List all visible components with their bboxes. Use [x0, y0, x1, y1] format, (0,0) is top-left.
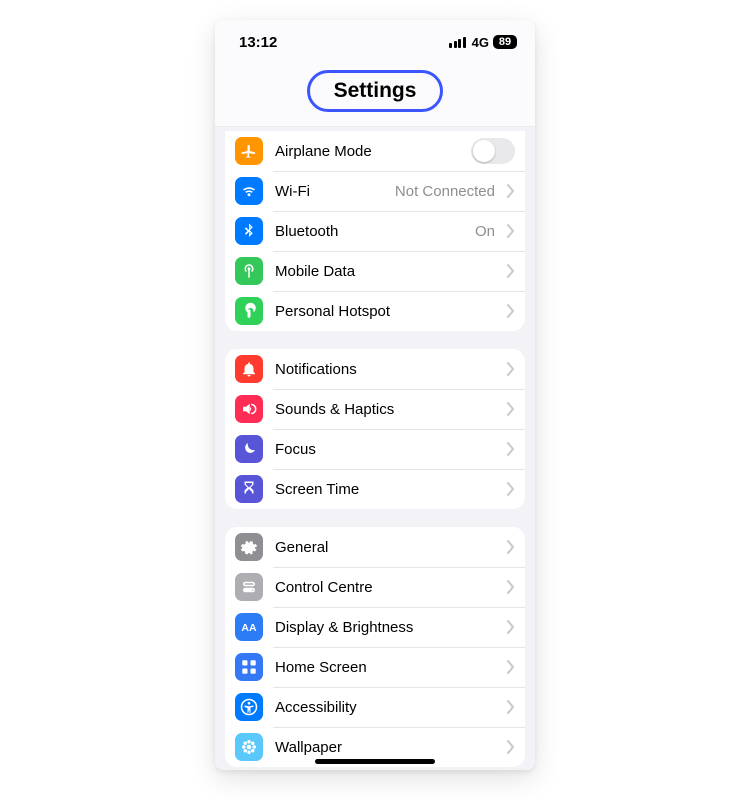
- switches-icon: [235, 573, 263, 601]
- chevron-right-icon: [507, 620, 515, 634]
- chevron-right-icon: [507, 402, 515, 416]
- row-label: Wallpaper: [275, 739, 495, 756]
- speaker-icon: [235, 395, 263, 423]
- settings-row-focus[interactable]: Focus: [225, 429, 525, 469]
- row-label: General: [275, 539, 495, 556]
- status-bar: 13:12 4G 89: [215, 20, 535, 64]
- nav-header: Settings: [215, 64, 535, 127]
- moon-icon: [235, 435, 263, 463]
- settings-row-wifi[interactable]: Wi-Fi Not Connected: [225, 171, 525, 211]
- hotspot-icon: [235, 297, 263, 325]
- flower-icon: [235, 733, 263, 761]
- settings-row-general[interactable]: General: [225, 527, 525, 567]
- chevron-right-icon: [507, 224, 515, 238]
- settings-scroll[interactable]: Airplane Mode Wi-Fi Not Connected Bluetooth…: [215, 127, 535, 770]
- settings-row-controlcentre[interactable]: Control Centre: [225, 567, 525, 607]
- signal-bars-icon: [449, 37, 466, 48]
- chevron-right-icon: [507, 700, 515, 714]
- airplane-icon: [235, 137, 263, 165]
- row-label: Sounds & Haptics: [275, 401, 495, 418]
- chevron-right-icon: [507, 580, 515, 594]
- row-label: Accessibility: [275, 699, 495, 716]
- toggle-airplane[interactable]: [471, 138, 515, 164]
- row-label: Control Centre: [275, 579, 495, 596]
- settings-row-notifications[interactable]: Notifications: [225, 349, 525, 389]
- settings-group: Notifications Sounds & Haptics Focus Screen…: [225, 349, 525, 509]
- row-label: Notifications: [275, 361, 495, 378]
- phone-screen: 13:12 4G 89 Settings Airplane Mode Wi-Fi N…: [215, 20, 535, 770]
- status-time: 13:12: [239, 34, 277, 51]
- row-detail: On: [475, 223, 495, 240]
- gear-icon: [235, 533, 263, 561]
- battery-icon: 89: [493, 35, 517, 49]
- antenna-icon: [235, 257, 263, 285]
- row-label: Display & Brightness: [275, 619, 495, 636]
- row-label: Airplane Mode: [275, 143, 459, 160]
- settings-group: Airplane Mode Wi-Fi Not Connected Bluetooth…: [225, 131, 525, 331]
- row-label: Focus: [275, 441, 495, 458]
- row-label: Screen Time: [275, 481, 495, 498]
- settings-group: General Control Centre Display & Brightnes…: [225, 527, 525, 767]
- row-detail: Not Connected: [395, 183, 495, 200]
- chevron-right-icon: [507, 264, 515, 278]
- grid-icon: [235, 653, 263, 681]
- settings-row-bluetooth[interactable]: Bluetooth On: [225, 211, 525, 251]
- settings-row-display[interactable]: Display & Brightness: [225, 607, 525, 647]
- settings-row-sounds[interactable]: Sounds & Haptics: [225, 389, 525, 429]
- outer-frame: 13:12 4G 89 Settings Airplane Mode Wi-Fi N…: [0, 0, 750, 800]
- row-label: Mobile Data: [275, 263, 495, 280]
- hourglass-icon: [235, 475, 263, 503]
- row-label: Personal Hotspot: [275, 303, 495, 320]
- chevron-right-icon: [507, 660, 515, 674]
- row-label: Bluetooth: [275, 223, 463, 240]
- bell-icon: [235, 355, 263, 383]
- settings-row-accessibility[interactable]: Accessibility: [225, 687, 525, 727]
- aa-icon: [235, 613, 263, 641]
- home-indicator[interactable]: [315, 759, 435, 764]
- row-label: Wi-Fi: [275, 183, 383, 200]
- settings-row-screentime[interactable]: Screen Time: [225, 469, 525, 509]
- bluetooth-icon: [235, 217, 263, 245]
- row-label: Home Screen: [275, 659, 495, 676]
- wifi-icon: [235, 177, 263, 205]
- chevron-right-icon: [507, 184, 515, 198]
- chevron-right-icon: [507, 482, 515, 496]
- chevron-right-icon: [507, 442, 515, 456]
- settings-row-mobiledata[interactable]: Mobile Data: [225, 251, 525, 291]
- page-title: Settings: [307, 70, 444, 112]
- status-network: 4G: [472, 35, 489, 50]
- chevron-right-icon: [507, 540, 515, 554]
- settings-row-homescreen[interactable]: Home Screen: [225, 647, 525, 687]
- chevron-right-icon: [507, 362, 515, 376]
- chevron-right-icon: [507, 740, 515, 754]
- accessibility-icon: [235, 693, 263, 721]
- chevron-right-icon: [507, 304, 515, 318]
- status-right-cluster: 4G 89: [449, 35, 517, 50]
- settings-row-airplane[interactable]: Airplane Mode: [225, 131, 525, 171]
- settings-row-hotspot[interactable]: Personal Hotspot: [225, 291, 525, 331]
